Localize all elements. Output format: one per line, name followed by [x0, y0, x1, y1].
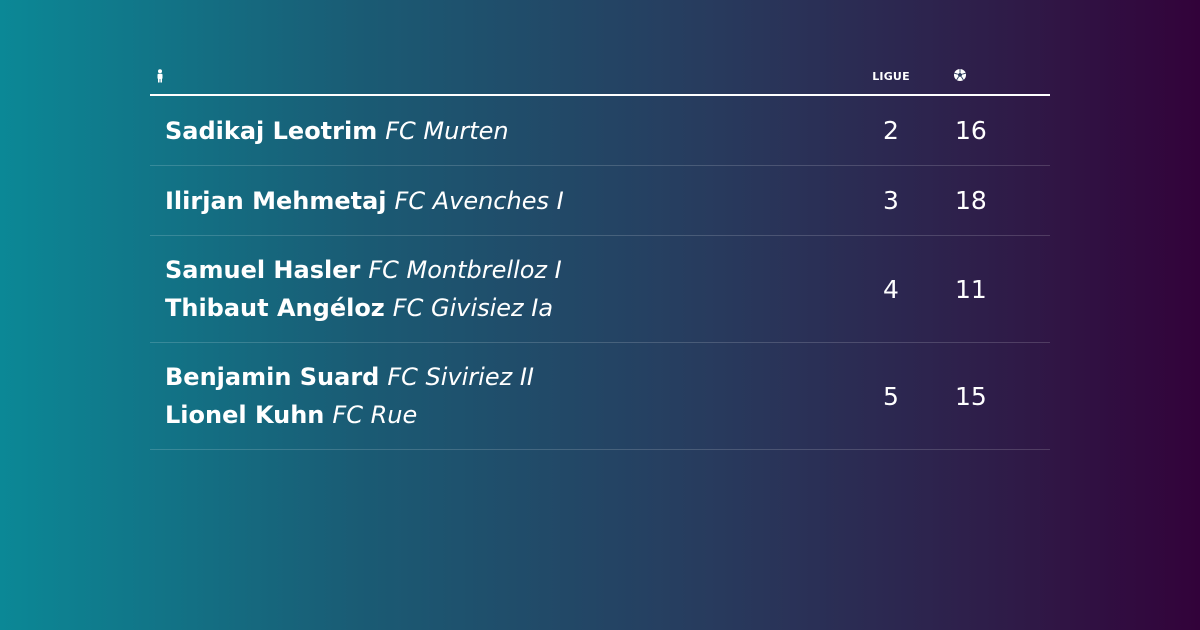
table-row: Samuel Hasler FC Montbrelloz I Thibaut An… [150, 236, 1050, 343]
player-entry: Benjamin Suard FC Siviriez II [165, 362, 534, 392]
league-value: 4 [883, 274, 899, 304]
player-club: FC Givisiez Ia [392, 294, 554, 322]
player-entry: Samuel Hasler FC Montbrelloz I [165, 255, 562, 285]
player-name: Benjamin Suard [165, 363, 380, 391]
scorers-table: LIGUE Sadikaj Leotrim FC Murten 2 16 Ilir… [150, 64, 1050, 450]
player-club: FC Avenches I [394, 186, 564, 215]
player-club: FC Murten [385, 116, 509, 145]
player-figure-icon [157, 69, 163, 83]
player-name: Thibaut Angéloz [165, 294, 385, 322]
player-entry: Ilirjan Mehmetaj FC Avenches I [165, 186, 564, 216]
player-entry: Thibaut Angéloz FC Givisiez Ia [165, 293, 562, 323]
player-name: Samuel Hasler [165, 256, 361, 284]
table-row: Ilirjan Mehmetaj FC Avenches I 3 18 [150, 166, 1050, 236]
player-list: Ilirjan Mehmetaj FC Avenches I [150, 186, 564, 216]
league-value: 2 [883, 116, 899, 145]
player-entry: Lionel Kuhn FC Rue [165, 400, 534, 430]
player-club: FC Rue [332, 401, 418, 429]
goals-value: 11 [955, 274, 987, 304]
player-list: Sadikaj Leotrim FC Murten [150, 116, 509, 146]
goals-value: 18 [955, 186, 987, 215]
player-list: Benjamin Suard FC Siviriez II Lionel Kuhn… [150, 362, 534, 430]
league-column-header: LIGUE [872, 70, 910, 83]
player-list: Samuel Hasler FC Montbrelloz I Thibaut An… [150, 255, 562, 323]
player-name: Ilirjan Mehmetaj [165, 186, 387, 215]
player-name: Lionel Kuhn [165, 401, 325, 429]
player-club: FC Montbrelloz I [368, 256, 562, 284]
league-value: 5 [883, 381, 899, 411]
player-club: FC Siviriez II [387, 363, 534, 391]
player-name: Sadikaj Leotrim [165, 116, 378, 145]
table-header: LIGUE [150, 64, 1050, 96]
goals-value: 16 [955, 116, 987, 145]
goals-value: 15 [955, 381, 987, 411]
table-row: Benjamin Suard FC Siviriez II Lionel Kuhn… [150, 343, 1050, 450]
league-value: 3 [883, 186, 899, 215]
soccer-ball-icon [954, 69, 966, 81]
player-entry: Sadikaj Leotrim FC Murten [165, 116, 509, 146]
table-row: Sadikaj Leotrim FC Murten 2 16 [150, 96, 1050, 166]
